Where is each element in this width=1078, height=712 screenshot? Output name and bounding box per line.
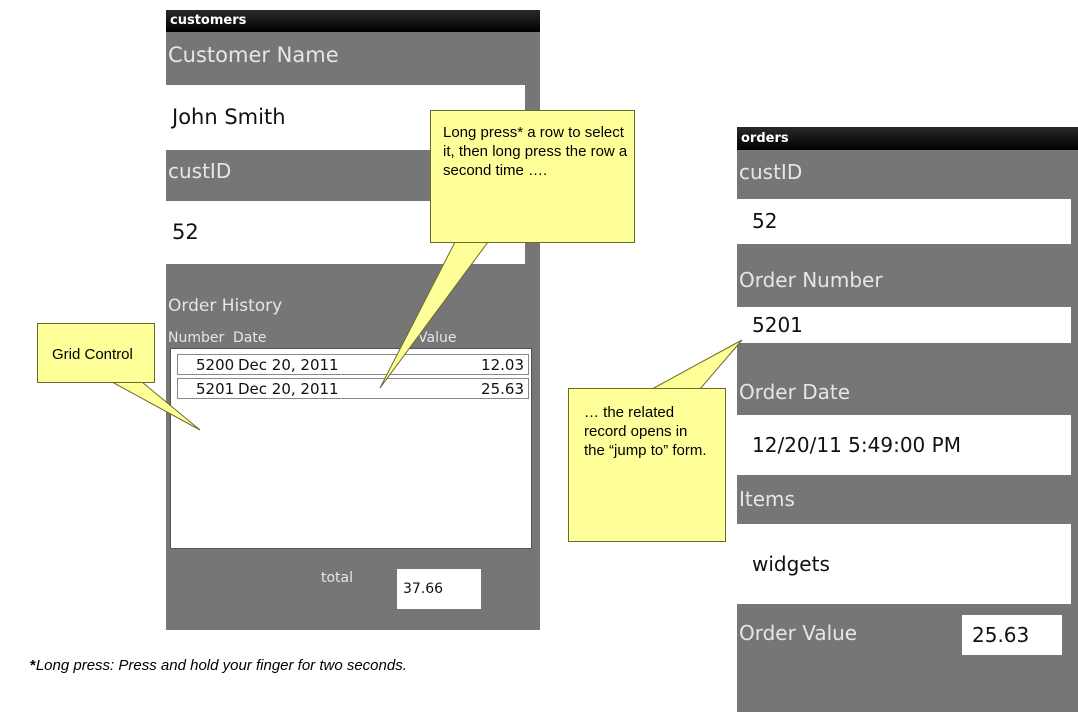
- long-press-pointer: [379, 241, 489, 389]
- grid-control-pointer: [111, 381, 201, 431]
- footnote: *Long press: Press and hold your finger …: [30, 657, 407, 674]
- related-record-callout: … the related record opens in the “jump …: [568, 388, 726, 542]
- related-record-pointer: [651, 339, 743, 390]
- related-record-text: … the related record opens in the “jump …: [584, 404, 707, 459]
- grid-control-text: Grid Control: [52, 346, 133, 363]
- long-press-text: Long press* a row to select it, then lon…: [443, 124, 628, 179]
- footnote-text: Long press: Press and hold your finger f…: [35, 657, 407, 674]
- callout-pointers: [111, 241, 743, 431]
- grid-control-callout: Grid Control: [37, 323, 155, 383]
- long-press-callout: Long press* a row to select it, then lon…: [430, 110, 635, 243]
